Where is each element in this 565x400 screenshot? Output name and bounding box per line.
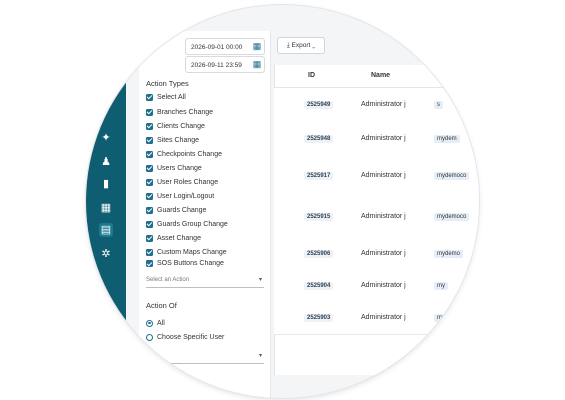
row-id: 2525915 bbox=[304, 213, 334, 221]
table-row[interactable]: 2525917 Administrator j mydemoco bbox=[274, 156, 479, 197]
checkbox-icon bbox=[146, 260, 153, 267]
checkbox-label: Checkpoints Change bbox=[157, 150, 222, 158]
person-icon[interactable]: ♟ bbox=[99, 155, 113, 169]
calendar-icon[interactable]: ▦ bbox=[250, 38, 264, 55]
download-icon: ⤓ bbox=[286, 42, 290, 49]
checkbox-user-roles-change[interactable]: User Roles Change bbox=[146, 176, 218, 188]
checkbox-asset-change[interactable]: Asset Change bbox=[146, 232, 201, 244]
row-name: Administrator j bbox=[361, 250, 406, 257]
checkbox-branches-change[interactable]: Branches Change bbox=[146, 106, 213, 118]
checkbox-icon bbox=[146, 234, 153, 242]
row-name: Administrator j bbox=[361, 172, 406, 179]
radio-icon bbox=[146, 333, 153, 341]
checkbox-icon bbox=[146, 220, 153, 228]
export-label: Export bbox=[291, 42, 311, 49]
settings-icon[interactable]: ✲ bbox=[99, 247, 113, 261]
checkbox-label: Asset Change bbox=[157, 234, 201, 242]
row-id: 2525904 bbox=[304, 282, 334, 290]
document-icon[interactable]: ▤ bbox=[99, 223, 113, 237]
checkbox-label: Users Change bbox=[157, 164, 202, 172]
screenshot-stage: ✦ ♟ ▮ ▦ ▤ ✲ 2026-09-01 00:00 ▦ 2026-09-1… bbox=[0, 0, 565, 400]
radio-all[interactable]: All bbox=[146, 317, 165, 329]
radio-label: All bbox=[157, 319, 165, 327]
radio-specific-user[interactable]: Choose Specific User bbox=[146, 331, 224, 343]
table-row[interactable]: 2525949 Administrator j s bbox=[274, 88, 479, 123]
checkbox-label: User Login/Logout bbox=[157, 192, 215, 200]
row-tag: my bbox=[434, 282, 448, 290]
row-tag: s bbox=[434, 101, 443, 109]
checkbox-checkpoints-change[interactable]: Checkpoints Change bbox=[146, 148, 222, 160]
checkbox-label: Guards Group Change bbox=[157, 220, 228, 228]
checkbox-label: Custom Maps Change bbox=[157, 248, 227, 256]
bar-chart-icon[interactable]: ▮ bbox=[99, 177, 113, 191]
checkbox-user-login-logout[interactable]: User Login/Logout bbox=[146, 190, 214, 202]
table-row[interactable]: 2525915 Administrator j mydemoco bbox=[274, 196, 479, 239]
action-of-title: Action Of bbox=[146, 301, 177, 310]
checkbox-label: Clients Change bbox=[157, 122, 205, 130]
action-types-title: Action Types bbox=[146, 79, 189, 88]
magnified-view: ✦ ♟ ▮ ▦ ▤ ✲ 2026-09-01 00:00 ▦ 2026-09-1… bbox=[86, 5, 479, 398]
table-header: ID Name bbox=[274, 65, 479, 88]
calendar-icon[interactable]: ▦ bbox=[250, 56, 264, 73]
table-row[interactable]: 2525904 Administrator j my bbox=[274, 270, 479, 303]
checkbox-guards-group-change[interactable]: Guards Group Change bbox=[146, 218, 228, 230]
row-id: 2525906 bbox=[304, 250, 334, 258]
radio-icon bbox=[146, 319, 153, 327]
checkbox-icon bbox=[146, 178, 153, 186]
image-chart-icon[interactable]: ▦ bbox=[99, 201, 113, 215]
row-name: Administrator j bbox=[361, 314, 406, 321]
row-name: Administrator j bbox=[361, 135, 406, 142]
column-name[interactable]: Name bbox=[371, 72, 390, 79]
user-select[interactable]: ▾ bbox=[146, 349, 264, 364]
checkbox-label: SOS Buttons Change bbox=[157, 260, 224, 267]
checkbox-custom-maps-change[interactable]: Custom Maps Change bbox=[146, 246, 227, 258]
row-id: 2525903 bbox=[304, 314, 334, 322]
checkbox-guards-change[interactable]: Guards Change bbox=[146, 204, 206, 216]
checkbox-icon bbox=[146, 192, 153, 200]
pin-icon[interactable]: ✦ bbox=[99, 131, 113, 145]
row-id: 2525917 bbox=[304, 172, 334, 180]
row-name: Administrator j bbox=[361, 213, 406, 220]
checkbox-icon bbox=[146, 164, 153, 172]
checkbox-icon bbox=[146, 150, 153, 158]
table-row[interactable]: 2525903 Administrator j mydemoco bbox=[274, 302, 479, 335]
checkbox-label: Guards Change bbox=[157, 206, 207, 214]
row-name: Administrator j bbox=[361, 282, 406, 289]
table-row[interactable]: 2525906 Administrator j mydemo bbox=[274, 238, 479, 271]
radio-label: Choose Specific User bbox=[157, 333, 225, 341]
column-id[interactable]: ID bbox=[308, 72, 315, 79]
row-tag: mydemo bbox=[434, 250, 464, 258]
checkbox-icon bbox=[146, 122, 153, 130]
row-id: 2525948 bbox=[304, 135, 334, 143]
checkbox-icon bbox=[146, 206, 153, 214]
row-id: 2525949 bbox=[304, 101, 334, 109]
checkbox-icon bbox=[146, 136, 153, 144]
checkbox-clients-change[interactable]: Clients Change bbox=[146, 120, 205, 132]
checkbox-sos-buttons-change[interactable]: SOS Buttons Change bbox=[146, 260, 224, 268]
chevron-down-icon: ▾ bbox=[258, 353, 262, 359]
row-tag: mydem bbox=[434, 135, 460, 143]
chevron-down-icon: ⌄ bbox=[312, 42, 316, 49]
checkbox-label: User Roles Change bbox=[157, 178, 219, 186]
checkbox-label: Branches Change bbox=[157, 108, 214, 116]
action-select[interactable]: Select an Action ▾ bbox=[146, 273, 264, 288]
row-name: Administrator j bbox=[361, 101, 406, 108]
action-select-placeholder: Select an Action bbox=[146, 277, 190, 283]
checkbox-label: Sites Change bbox=[157, 136, 200, 144]
checkbox-icon bbox=[146, 93, 153, 101]
export-button[interactable]: ⤓ Export ⌄ bbox=[277, 37, 325, 54]
checkbox-icon bbox=[146, 108, 153, 116]
row-tag: mydemoco bbox=[434, 172, 470, 180]
checkbox-icon bbox=[146, 248, 153, 256]
checkbox-select-all[interactable]: Select All bbox=[146, 91, 186, 103]
checkbox-users-change[interactable]: Users Change bbox=[146, 162, 202, 174]
checkbox-label: Select All bbox=[157, 93, 186, 101]
row-tag: mydemoco bbox=[434, 314, 470, 322]
row-tag: mydemoco bbox=[434, 213, 470, 221]
chevron-down-icon: ▾ bbox=[258, 277, 262, 283]
sidebar-nav: ✦ ♟ ▮ ▦ ▤ ✲ bbox=[86, 5, 126, 398]
checkbox-sites-change[interactable]: Sites Change bbox=[146, 134, 199, 146]
table-row[interactable]: 2525948 Administrator j mydem bbox=[274, 122, 479, 157]
